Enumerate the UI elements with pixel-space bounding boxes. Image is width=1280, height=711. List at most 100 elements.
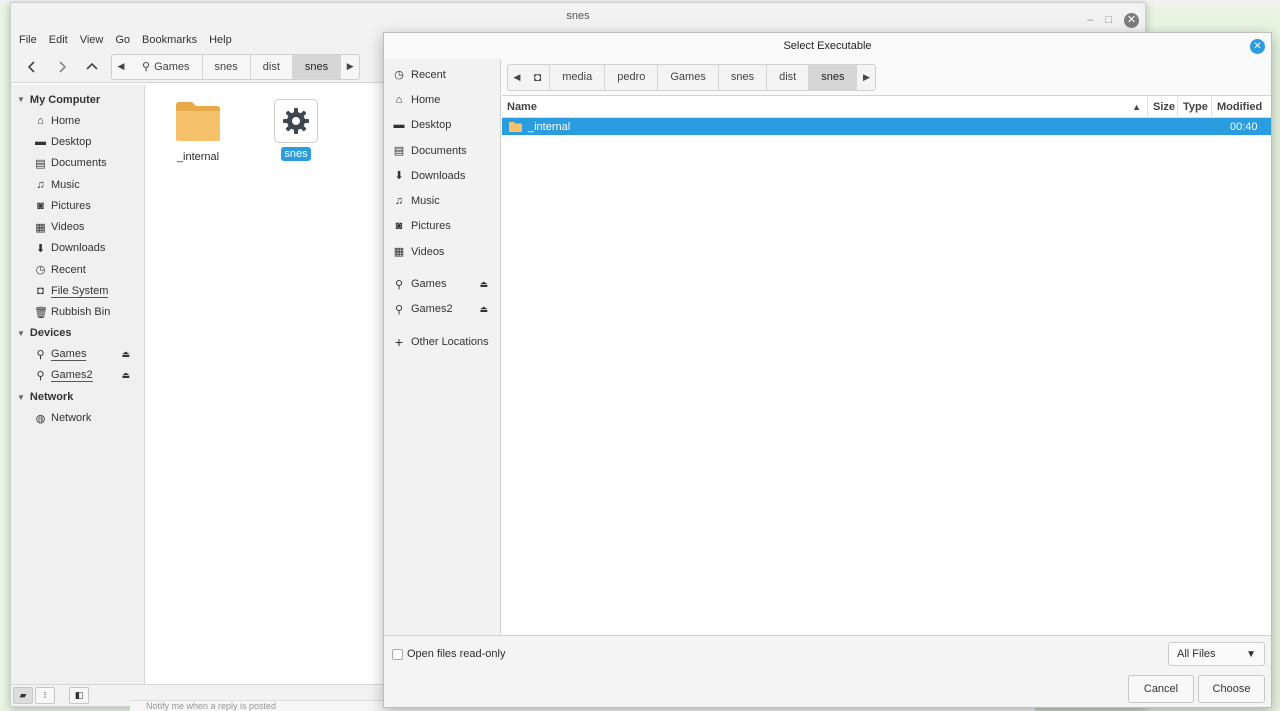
sidebar-section-network[interactable]: ▼ Network xyxy=(11,387,144,408)
sidebar-item-pictures[interactable]: ◙ Pictures xyxy=(11,195,144,216)
sidebar-item-downloads[interactable]: ⬇ Downloads xyxy=(11,238,144,259)
sidebar-item-home[interactable]: ⌂ Home xyxy=(11,110,144,131)
menu-view[interactable]: View xyxy=(74,34,110,46)
path-games[interactable]: Games xyxy=(658,65,719,90)
toggle-sidebar-button[interactable]: ◧ xyxy=(69,687,89,704)
read-only-checkbox[interactable]: Open files read-only xyxy=(392,648,505,660)
sidebar-item-music[interactable]: ♫ Music xyxy=(11,174,144,195)
menu-help[interactable]: Help xyxy=(203,34,238,46)
path-snes-current[interactable]: snes xyxy=(809,65,858,90)
breadcrumb-dist[interactable]: dist xyxy=(251,54,293,79)
sidebar-item-recent[interactable]: ◷ Recent xyxy=(11,259,144,280)
column-headers: Name ▲ Size Type Modified xyxy=(502,96,1271,118)
close-button[interactable]: ✕ xyxy=(1124,12,1139,28)
breadcrumb-scroll-left[interactable]: ◀ xyxy=(112,55,130,79)
column-type[interactable]: Type xyxy=(1178,96,1212,117)
sidebar-label: Pictures xyxy=(51,199,91,212)
sidebar-label: Desktop xyxy=(51,135,92,148)
file-name: _internal xyxy=(176,151,220,163)
folder-icon: ▰ xyxy=(19,690,27,700)
collapse-icon: ▼ xyxy=(17,328,25,338)
dialog-place-videos[interactable]: ▦ Videos xyxy=(384,239,500,264)
place-label: Music xyxy=(411,195,440,208)
select-executable-dialog: Select Executable ✕ ◷ Recent ⌂ Home ▬ Deskt… xyxy=(383,32,1272,708)
toggle-places-button[interactable]: ▰ xyxy=(13,687,33,704)
file-row[interactable]: _internal 00:40 xyxy=(502,118,1271,135)
file-item-snes[interactable]: snes xyxy=(256,99,336,161)
minimize-button[interactable]: – xyxy=(1087,7,1093,33)
dialog-place-desktop[interactable]: ▬ Desktop xyxy=(384,113,500,138)
cancel-button[interactable]: Cancel xyxy=(1128,675,1194,703)
menu-bookmarks[interactable]: Bookmarks xyxy=(136,34,203,46)
eject-icon[interactable]: ⏏ xyxy=(479,304,488,315)
path-snes[interactable]: snes xyxy=(719,65,768,90)
eject-icon[interactable]: ⏏ xyxy=(121,370,130,381)
dialog-place-recent[interactable]: ◷ Recent xyxy=(384,62,500,87)
toggle-tree-button[interactable]: ⁝ xyxy=(35,687,55,704)
dialog-close-button[interactable]: ✕ xyxy=(1250,39,1265,54)
back-button[interactable] xyxy=(17,53,47,81)
breadcrumb-snes-current[interactable]: snes xyxy=(292,54,342,79)
eject-icon[interactable]: ⏏ xyxy=(479,279,488,290)
desktop-icon: ▬ xyxy=(35,135,46,148)
file-item-internal[interactable]: _internal xyxy=(158,99,238,164)
file-filter-dropdown[interactable]: All Files ▼ xyxy=(1168,642,1265,666)
column-modified[interactable]: Modified xyxy=(1212,96,1271,117)
up-button[interactable] xyxy=(77,53,107,81)
dialog-device-games2[interactable]: ⚲ Games2 ⏏ xyxy=(384,297,500,322)
column-name[interactable]: Name ▲ xyxy=(502,96,1148,117)
documents-icon: ▤ xyxy=(35,157,46,170)
breadcrumb-games[interactable]: ⚲ Games xyxy=(130,54,203,79)
path-media[interactable]: media xyxy=(550,65,606,90)
dialog-place-music[interactable]: ♫ Music xyxy=(384,188,500,213)
breadcrumb: ◀ ⚲ Games snes dist snes ▶ xyxy=(111,53,361,80)
sidebar-item-games2[interactable]: ⚲ Games2 ⏏ xyxy=(11,365,144,386)
eject-icon[interactable]: ⏏ xyxy=(121,349,130,360)
menu-file[interactable]: File xyxy=(13,34,43,46)
column-size[interactable]: Size xyxy=(1148,96,1178,117)
breadcrumb-snes[interactable]: snes xyxy=(203,54,251,79)
sidebar-label: Music xyxy=(51,178,80,191)
sidebar-label: Downloads xyxy=(51,242,106,255)
sidebar-item-file-system[interactable]: ◘ File System xyxy=(11,280,144,301)
sidebar-item-videos[interactable]: ▦ Videos xyxy=(11,216,144,237)
dialog-device-games[interactable]: ⚲ Games ⏏ xyxy=(384,271,500,296)
sidebar-section-my-computer[interactable]: ▼ My Computer xyxy=(11,89,144,110)
dialog-place-downloads[interactable]: ⬇ Downloads xyxy=(384,163,500,188)
sidebar-label: Home xyxy=(51,114,81,127)
sidebar-item-desktop[interactable]: ▬ Desktop xyxy=(11,131,144,152)
place-label: Other Locations xyxy=(411,335,489,348)
desktop-icon: ▬ xyxy=(393,119,405,132)
checkbox-box[interactable] xyxy=(392,648,403,660)
usb-icon: ⚲ xyxy=(36,370,45,383)
path-root-button[interactable]: ◘ xyxy=(526,65,551,90)
sidebar-item-documents[interactable]: ▤ Documents xyxy=(11,153,144,174)
dialog-other-locations[interactable]: + Other Locations xyxy=(384,329,500,354)
sidebar-item-games[interactable]: ⚲ Games ⏏ xyxy=(11,344,144,365)
sidebar-section-devices[interactable]: ▼ Devices xyxy=(11,323,144,344)
path-dist[interactable]: dist xyxy=(767,65,810,90)
dialog-place-documents[interactable]: ▤ Documents xyxy=(384,138,500,163)
path-scroll-left[interactable]: ◀ xyxy=(508,65,526,90)
dialog-title-bar: Select Executable ✕ xyxy=(384,33,1271,59)
menu-edit[interactable]: Edit xyxy=(43,34,74,46)
title-bar: snes – □ ✕ xyxy=(11,3,1145,29)
dialog-sidebar: ◷ Recent ⌂ Home ▬ Desktop ▤ Documents ⬇ Downl… xyxy=(384,59,501,635)
sidebar-label: Games xyxy=(51,348,87,362)
menu-go[interactable]: Go xyxy=(109,34,136,46)
place-label: Desktop xyxy=(411,119,452,132)
maximize-button[interactable]: □ xyxy=(1105,7,1112,33)
sidebar-label: File System xyxy=(51,284,109,298)
path-scroll-right[interactable]: ▶ xyxy=(857,65,875,90)
dialog-place-home[interactable]: ⌂ Home xyxy=(384,87,500,112)
dialog-place-pictures[interactable]: ◙ Pictures xyxy=(384,214,500,239)
sidebar-item-network[interactable]: ◍ Network xyxy=(11,408,144,429)
path-pedro[interactable]: pedro xyxy=(605,65,659,90)
sidebar-item-rubbish-bin[interactable]: 🗑 Rubbish Bin xyxy=(11,302,144,323)
download-icon: ⬇ xyxy=(35,242,46,255)
breadcrumb-scroll-right[interactable]: ▶ xyxy=(341,55,359,79)
forward-button[interactable] xyxy=(47,53,77,81)
usb-icon: ⚲ xyxy=(394,303,404,316)
choose-button[interactable]: Choose xyxy=(1198,675,1265,703)
filter-value: All Files xyxy=(1177,648,1216,660)
